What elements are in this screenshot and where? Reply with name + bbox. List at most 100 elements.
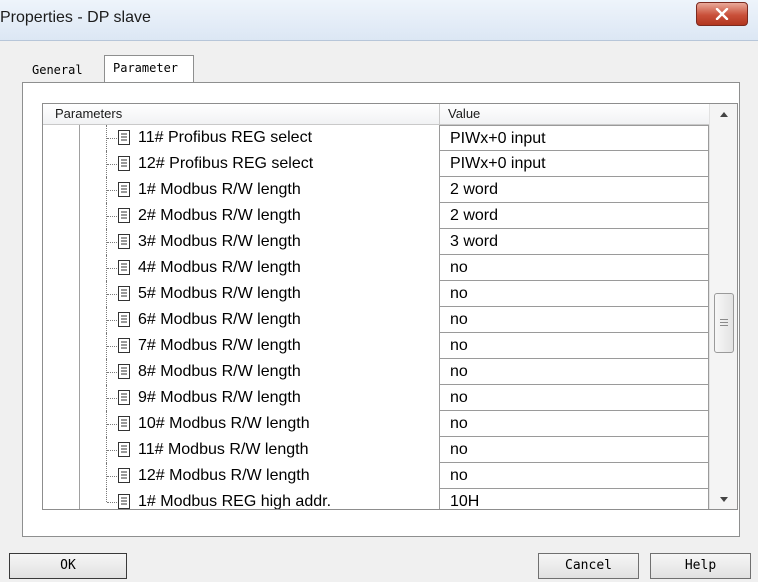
header-divider[interactable] [439, 104, 440, 124]
parameter-value: no [450, 311, 468, 328]
arrow-up-icon [720, 111, 728, 117]
tree-branch [107, 190, 117, 191]
tree-guide-line [79, 229, 80, 255]
value-cell[interactable]: 2 word [439, 177, 709, 203]
parameter-value: PIWx+0 input [450, 155, 546, 172]
tree-guide-line [79, 151, 80, 177]
table-row[interactable]: 10# Modbus R/W length no [43, 411, 709, 437]
table-row[interactable]: 1# Modbus R/W length 2 word [43, 177, 709, 203]
parameter-value: no [450, 285, 468, 302]
table-row[interactable]: 2# Modbus R/W length 2 word [43, 203, 709, 229]
parameter-value: no [450, 337, 468, 354]
help-button[interactable]: Help [650, 553, 751, 579]
parameter-value: no [450, 389, 468, 406]
value-cell[interactable]: 10H [439, 489, 709, 509]
parameter-value: no [450, 363, 468, 380]
value-cell[interactable]: no [439, 255, 709, 281]
table-row[interactable]: 3# Modbus R/W length 3 word [43, 229, 709, 255]
tree-branch [107, 216, 117, 217]
value-cell[interactable]: PIWx+0 input [439, 151, 709, 177]
tree-branch [107, 138, 117, 139]
document-icon [118, 156, 130, 171]
parameter-label: 2# Modbus R/W length [138, 207, 301, 224]
document-icon [118, 312, 130, 327]
value-cell[interactable]: 2 word [439, 203, 709, 229]
tree-branch [107, 372, 117, 373]
table-row[interactable]: 7# Modbus R/W length no [43, 333, 709, 359]
grip-line [720, 319, 728, 320]
value-cell[interactable]: no [439, 333, 709, 359]
tree-guide-line [79, 463, 80, 489]
value-cell[interactable]: no [439, 411, 709, 437]
parameter-value: no [450, 467, 468, 484]
parameter-label: 1# Modbus R/W length [138, 181, 301, 198]
value-cell[interactable]: no [439, 307, 709, 333]
tree-connector [106, 489, 107, 502]
value-cell[interactable]: no [439, 281, 709, 307]
value-cell[interactable]: no [439, 385, 709, 411]
header-value[interactable]: Value [448, 104, 480, 124]
parameter-value: no [450, 441, 468, 458]
document-icon [118, 260, 130, 275]
table-row[interactable]: 12# Modbus R/W length no [43, 463, 709, 489]
grip-line [720, 325, 728, 326]
parameter-label: 12# Modbus R/W length [138, 467, 310, 484]
table-row[interactable]: 12# Profibus REG select PIWx+0 input [43, 151, 709, 177]
document-icon [118, 494, 130, 509]
document-icon [118, 286, 130, 301]
value-cell[interactable]: 3 word [439, 229, 709, 255]
table-row[interactable]: 8# Modbus R/W length no [43, 359, 709, 385]
vertical-scrollbar[interactable] [709, 104, 737, 509]
tree-guide-line [79, 489, 80, 509]
document-icon [118, 390, 130, 405]
value-cell[interactable]: no [439, 463, 709, 489]
parameter-label: 11# Modbus R/W length [138, 441, 309, 458]
window-title: Properties - DP slave [0, 9, 151, 26]
parameter-value: 2 word [450, 181, 499, 198]
value-cell[interactable]: PIWx+0 input [439, 125, 709, 151]
scroll-thumb[interactable] [714, 293, 734, 353]
tree-guide-line [79, 359, 80, 385]
parameter-label: 5# Modbus R/W length [138, 285, 301, 302]
table-row[interactable]: 1# Modbus REG high addr. 10H [43, 489, 709, 509]
table-row[interactable]: 6# Modbus R/W length no [43, 307, 709, 333]
tree-guide-line [79, 307, 80, 333]
table-row[interactable]: 5# Modbus R/W length no [43, 281, 709, 307]
ok-button[interactable]: OK [9, 553, 127, 579]
tree-branch [107, 502, 117, 503]
table-row[interactable]: 9# Modbus R/W length no [43, 385, 709, 411]
parameter-value: no [450, 415, 468, 432]
scroll-down-button[interactable] [710, 489, 737, 509]
parameter-value: 2 word [450, 207, 499, 224]
close-icon [715, 8, 729, 20]
document-icon [118, 468, 130, 483]
tab-general[interactable]: General [26, 59, 89, 81]
table-row[interactable]: 11# Modbus R/W length no [43, 437, 709, 463]
cancel-button[interactable]: Cancel [538, 553, 639, 579]
parameter-value: 3 word [450, 233, 499, 250]
tree-guide-line [79, 281, 80, 307]
tree-branch [107, 450, 117, 451]
value-cell[interactable]: no [439, 359, 709, 385]
tree-guide-line [79, 177, 80, 203]
tree-guide-line [79, 203, 80, 229]
tab-parameter-assignment[interactable]: Parameter Assignment [104, 55, 195, 99]
parameter-label: 4# Modbus R/W length [138, 259, 301, 276]
tree-branch [107, 242, 117, 243]
table-row[interactable]: 4# Modbus R/W length no [43, 255, 709, 281]
parameter-label: 11# Profibus REG select [138, 129, 313, 146]
scroll-up-button[interactable] [710, 104, 737, 124]
tree-branch [107, 424, 117, 425]
value-cell[interactable]: no [439, 437, 709, 463]
dialog-window: Properties - DP slave General Parameter … [0, 0, 758, 582]
table-row[interactable]: 11# Profibus REG select PIWx+0 input [43, 125, 709, 151]
parameter-label: 10# Modbus R/W length [138, 415, 310, 432]
document-icon [118, 338, 130, 353]
tree-branch [107, 476, 117, 477]
header-parameters[interactable]: Parameters [55, 104, 122, 124]
parameter-label: 9# Modbus R/W length [138, 389, 301, 406]
title-bar[interactable]: Properties - DP slave [0, 0, 758, 41]
close-button[interactable] [696, 2, 748, 26]
parameter-value: PIWx+0 input [450, 130, 546, 147]
document-icon [118, 130, 130, 145]
